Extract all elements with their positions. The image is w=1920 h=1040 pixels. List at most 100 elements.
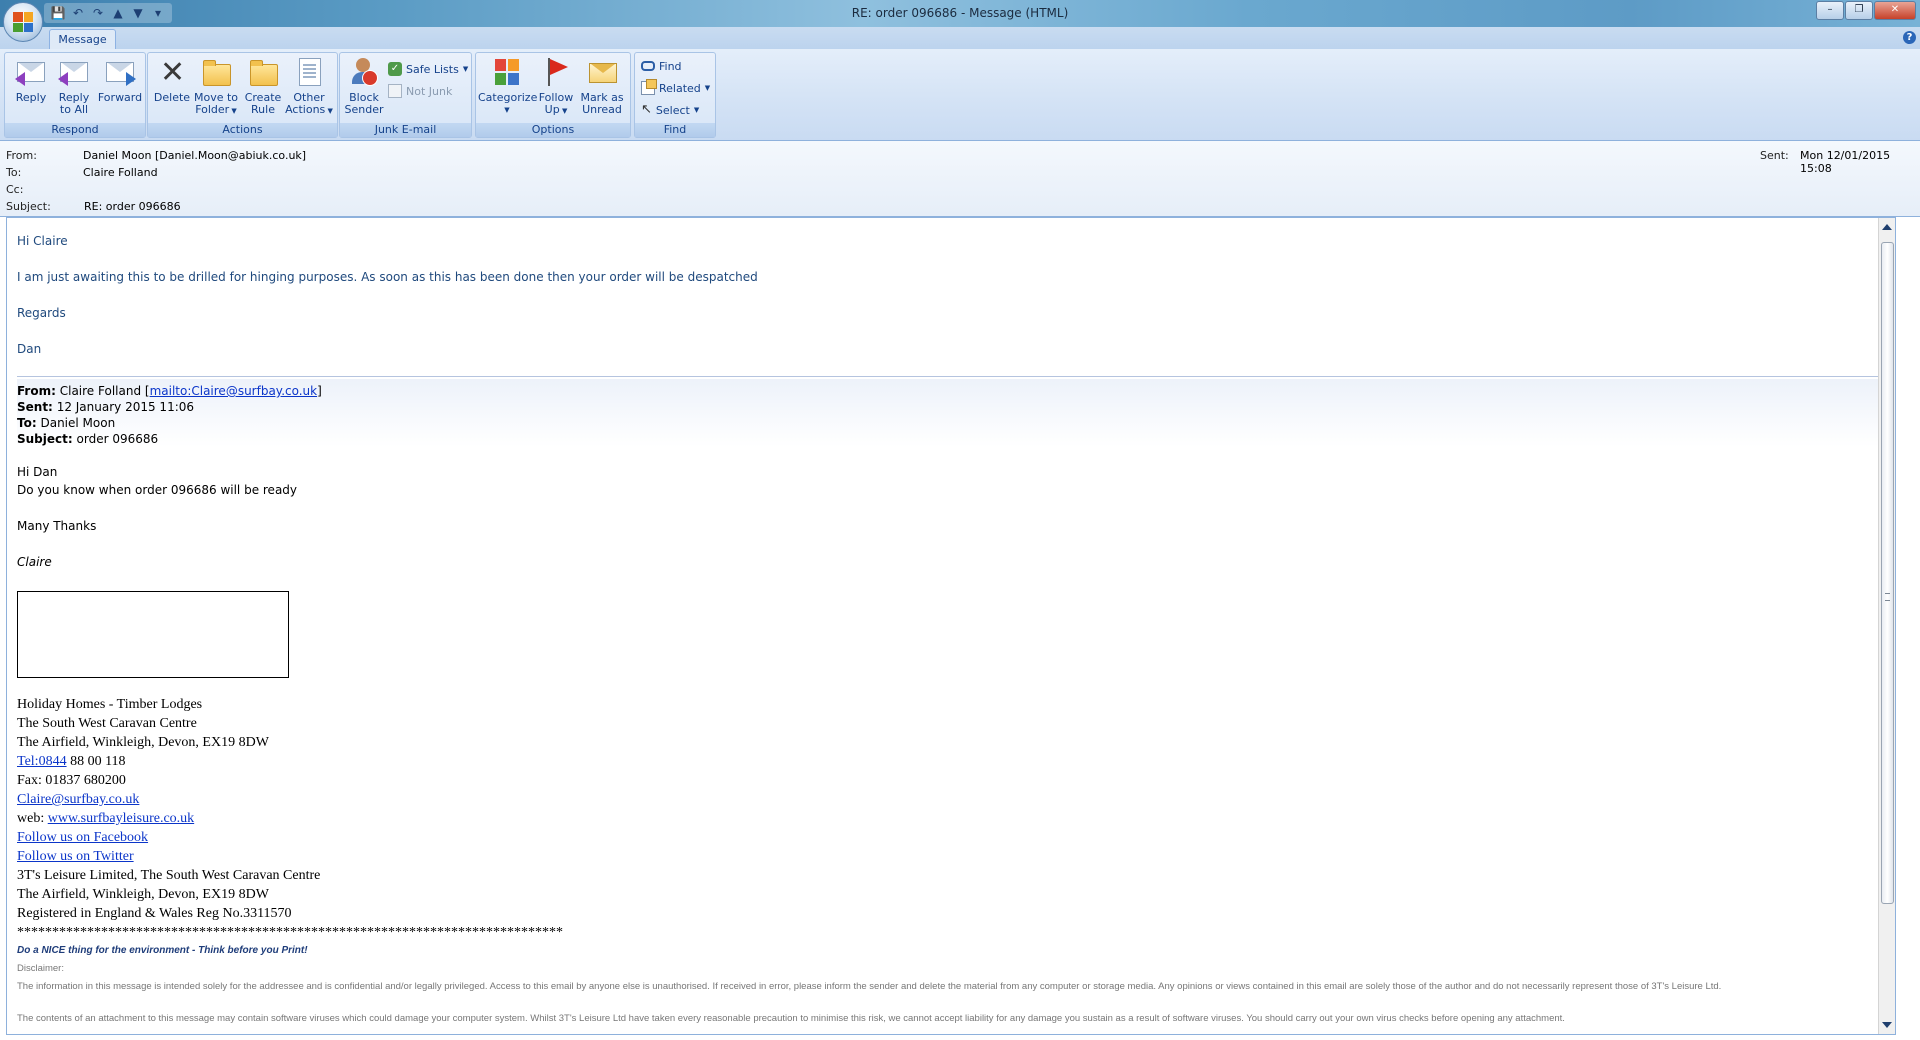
cc-label: Cc: bbox=[6, 183, 24, 196]
sig-twitter: Follow us on Twitter bbox=[17, 849, 134, 865]
original-name: Claire bbox=[17, 555, 52, 569]
follow-up-label-2: Up bbox=[544, 103, 560, 116]
help-icon[interactable]: ? bbox=[1903, 31, 1916, 44]
tab-message[interactable]: Message bbox=[49, 29, 116, 50]
group-label-options: Options bbox=[476, 123, 630, 137]
move-to-folder-label-2: Folder bbox=[195, 103, 230, 116]
message-header: From: Daniel Moon [Daniel.Moon@abiuk.co.… bbox=[0, 141, 1920, 217]
sig-email-link[interactable]: Claire@surfbay.co.uk bbox=[17, 792, 139, 807]
other-actions-button[interactable]: Other Actions ▼ bbox=[284, 56, 334, 117]
quoted-subject-label: Subject: bbox=[17, 432, 73, 446]
quoted-from-label: From: bbox=[17, 384, 56, 398]
select-button[interactable]: ↖ Select ▼ bbox=[641, 101, 699, 119]
quoted-subject: Subject: order 096686 bbox=[17, 432, 158, 446]
reply-regards: Regards bbox=[17, 306, 66, 320]
safe-lists-icon: ✓ bbox=[388, 62, 402, 76]
sig-tel-rest: 88 00 118 bbox=[66, 754, 126, 769]
window-controls: – ❐ ✕ bbox=[1816, 1, 1916, 20]
quoted-from-close: ] bbox=[317, 384, 322, 398]
group-find: Find Related ▼ ↖ Select ▼ Find bbox=[634, 52, 716, 138]
sig-web: web: www.surfbayleisure.co.uk bbox=[17, 811, 194, 827]
other-actions-label-2: Actions bbox=[285, 103, 326, 116]
group-respond: Reply Reply to All Forward Respond bbox=[4, 52, 146, 138]
forward-button[interactable]: Forward bbox=[97, 56, 143, 104]
office-logo-icon bbox=[13, 12, 33, 32]
ribbon-tab-row: Message ? bbox=[0, 27, 1920, 50]
dropdown-arrow-icon: ▼ bbox=[693, 106, 700, 114]
select-label: Select bbox=[655, 103, 690, 117]
reply-button[interactable]: Reply bbox=[11, 56, 51, 104]
subject-value: RE: order 096686 bbox=[84, 200, 181, 213]
binoculars-icon bbox=[641, 61, 655, 71]
block-sender-label-2: Sender bbox=[344, 103, 384, 116]
sig-line-1: Holiday Homes - Timber Lodges bbox=[17, 697, 203, 712]
create-rule-label-2: Rule bbox=[251, 103, 275, 116]
delete-button[interactable]: ✕ Delete bbox=[152, 56, 192, 104]
sig-web-link[interactable]: www.surfbayleisure.co.uk bbox=[48, 811, 194, 826]
environment-notice: Do a NICE thing for the environment - Th… bbox=[17, 945, 308, 956]
quoted-from: From: Claire Folland [mailto:Claire@surf… bbox=[17, 384, 322, 398]
group-junk-email: Block Sender ✓ Safe Lists ▼ Not Junk ⌟ J… bbox=[339, 52, 472, 138]
disclaimer-text-2: The contents of an attachment to this me… bbox=[17, 1013, 1565, 1024]
scroll-down-icon[interactable] bbox=[1882, 1022, 1892, 1028]
group-label-respond: Respond bbox=[5, 123, 145, 137]
dropdown-arrow-icon: ▼ bbox=[504, 106, 510, 114]
related-button[interactable]: Related ▼ bbox=[641, 79, 710, 97]
sent-value: Mon 12/01/2015 15:08 bbox=[1800, 149, 1891, 175]
reply-label: Reply bbox=[15, 91, 47, 104]
restore-button[interactable]: ❐ bbox=[1845, 1, 1873, 20]
quote-separator bbox=[17, 376, 1887, 377]
reply-icon bbox=[15, 56, 47, 88]
reply-all-label-2: to All bbox=[59, 103, 89, 116]
from-value[interactable]: Daniel Moon [Daniel.Moon@abiuk.co.uk] bbox=[83, 149, 306, 162]
categorize-label: Categorize bbox=[478, 91, 538, 104]
reply-line: I am just awaiting this to be drilled fo… bbox=[17, 270, 758, 284]
group-options: Categorize ▼ Follow Up ▼ Mark as Unread … bbox=[475, 52, 631, 138]
sig-fax: Fax: 01837 680200 bbox=[17, 773, 126, 788]
dropdown-arrow-icon: ▼ bbox=[325, 107, 333, 115]
reply-all-button[interactable]: Reply to All bbox=[53, 56, 95, 116]
delete-icon: ✕ bbox=[160, 55, 186, 90]
cursor-icon: ↖ bbox=[641, 102, 652, 117]
find-button[interactable]: Find bbox=[641, 57, 682, 75]
group-label-junk-email: Junk E-mail bbox=[340, 123, 471, 137]
unread-envelope-icon bbox=[586, 56, 618, 88]
sent-label: Sent: bbox=[1760, 149, 1789, 162]
quoted-sent: Sent: 12 January 2015 11:06 bbox=[17, 400, 194, 414]
signature-image-placeholder bbox=[17, 591, 289, 678]
message-body[interactable]: Hi Claire I am just awaiting this to be … bbox=[6, 217, 1896, 1035]
office-button[interactable] bbox=[3, 2, 43, 42]
original-greeting: Hi Dan bbox=[17, 465, 58, 479]
scroll-up-icon[interactable] bbox=[1882, 224, 1892, 230]
scrollbar-thumb[interactable] bbox=[1881, 242, 1894, 904]
close-button[interactable]: ✕ bbox=[1874, 1, 1916, 20]
find-label: Find bbox=[659, 59, 682, 73]
minimize-button[interactable]: – bbox=[1816, 1, 1844, 20]
forward-label: Forward bbox=[97, 91, 143, 104]
vertical-scrollbar[interactable] bbox=[1878, 218, 1895, 1034]
disclaimer-label: Disclaimer: bbox=[17, 963, 64, 974]
sig-tel-link[interactable]: Tel:0844 bbox=[17, 754, 67, 769]
mark-as-unread-label-2: Unread bbox=[582, 103, 622, 116]
to-value[interactable]: Claire Folland bbox=[83, 166, 158, 179]
sig-stars: ****************************************… bbox=[17, 925, 563, 940]
categorize-button[interactable]: Categorize ▼ bbox=[478, 56, 538, 116]
sig-web-label: web: bbox=[17, 811, 48, 826]
rule-icon bbox=[247, 56, 279, 88]
block-sender-button[interactable]: Block Sender bbox=[342, 56, 386, 116]
quoted-sent-value: 12 January 2015 11:06 bbox=[56, 400, 195, 414]
follow-up-button[interactable]: Follow Up ▼ bbox=[536, 56, 576, 117]
related-label: Related bbox=[659, 81, 701, 95]
mark-as-unread-button[interactable]: Mark as Unread bbox=[578, 56, 626, 116]
create-rule-button[interactable]: Create Rule bbox=[242, 56, 284, 116]
facebook-link[interactable]: Follow us on Facebook bbox=[17, 830, 148, 845]
dropdown-arrow-icon: ▼ bbox=[229, 107, 237, 115]
twitter-link[interactable]: Follow us on Twitter bbox=[17, 849, 134, 864]
quoted-from-email-link[interactable]: mailto:Claire@surfbay.co.uk bbox=[150, 384, 318, 398]
move-to-folder-button[interactable]: Move to Folder ▼ bbox=[192, 56, 240, 117]
disclaimer-text-1: The information in this message is inten… bbox=[17, 981, 1722, 992]
sig-line-3: The Airfield, Winkleigh, Devon, EX19 8DW bbox=[17, 735, 269, 750]
not-junk-label: Not Junk bbox=[406, 84, 453, 98]
original-thanks: Many Thanks bbox=[17, 519, 97, 533]
safe-lists-button[interactable]: ✓ Safe Lists ▼ bbox=[388, 60, 468, 78]
